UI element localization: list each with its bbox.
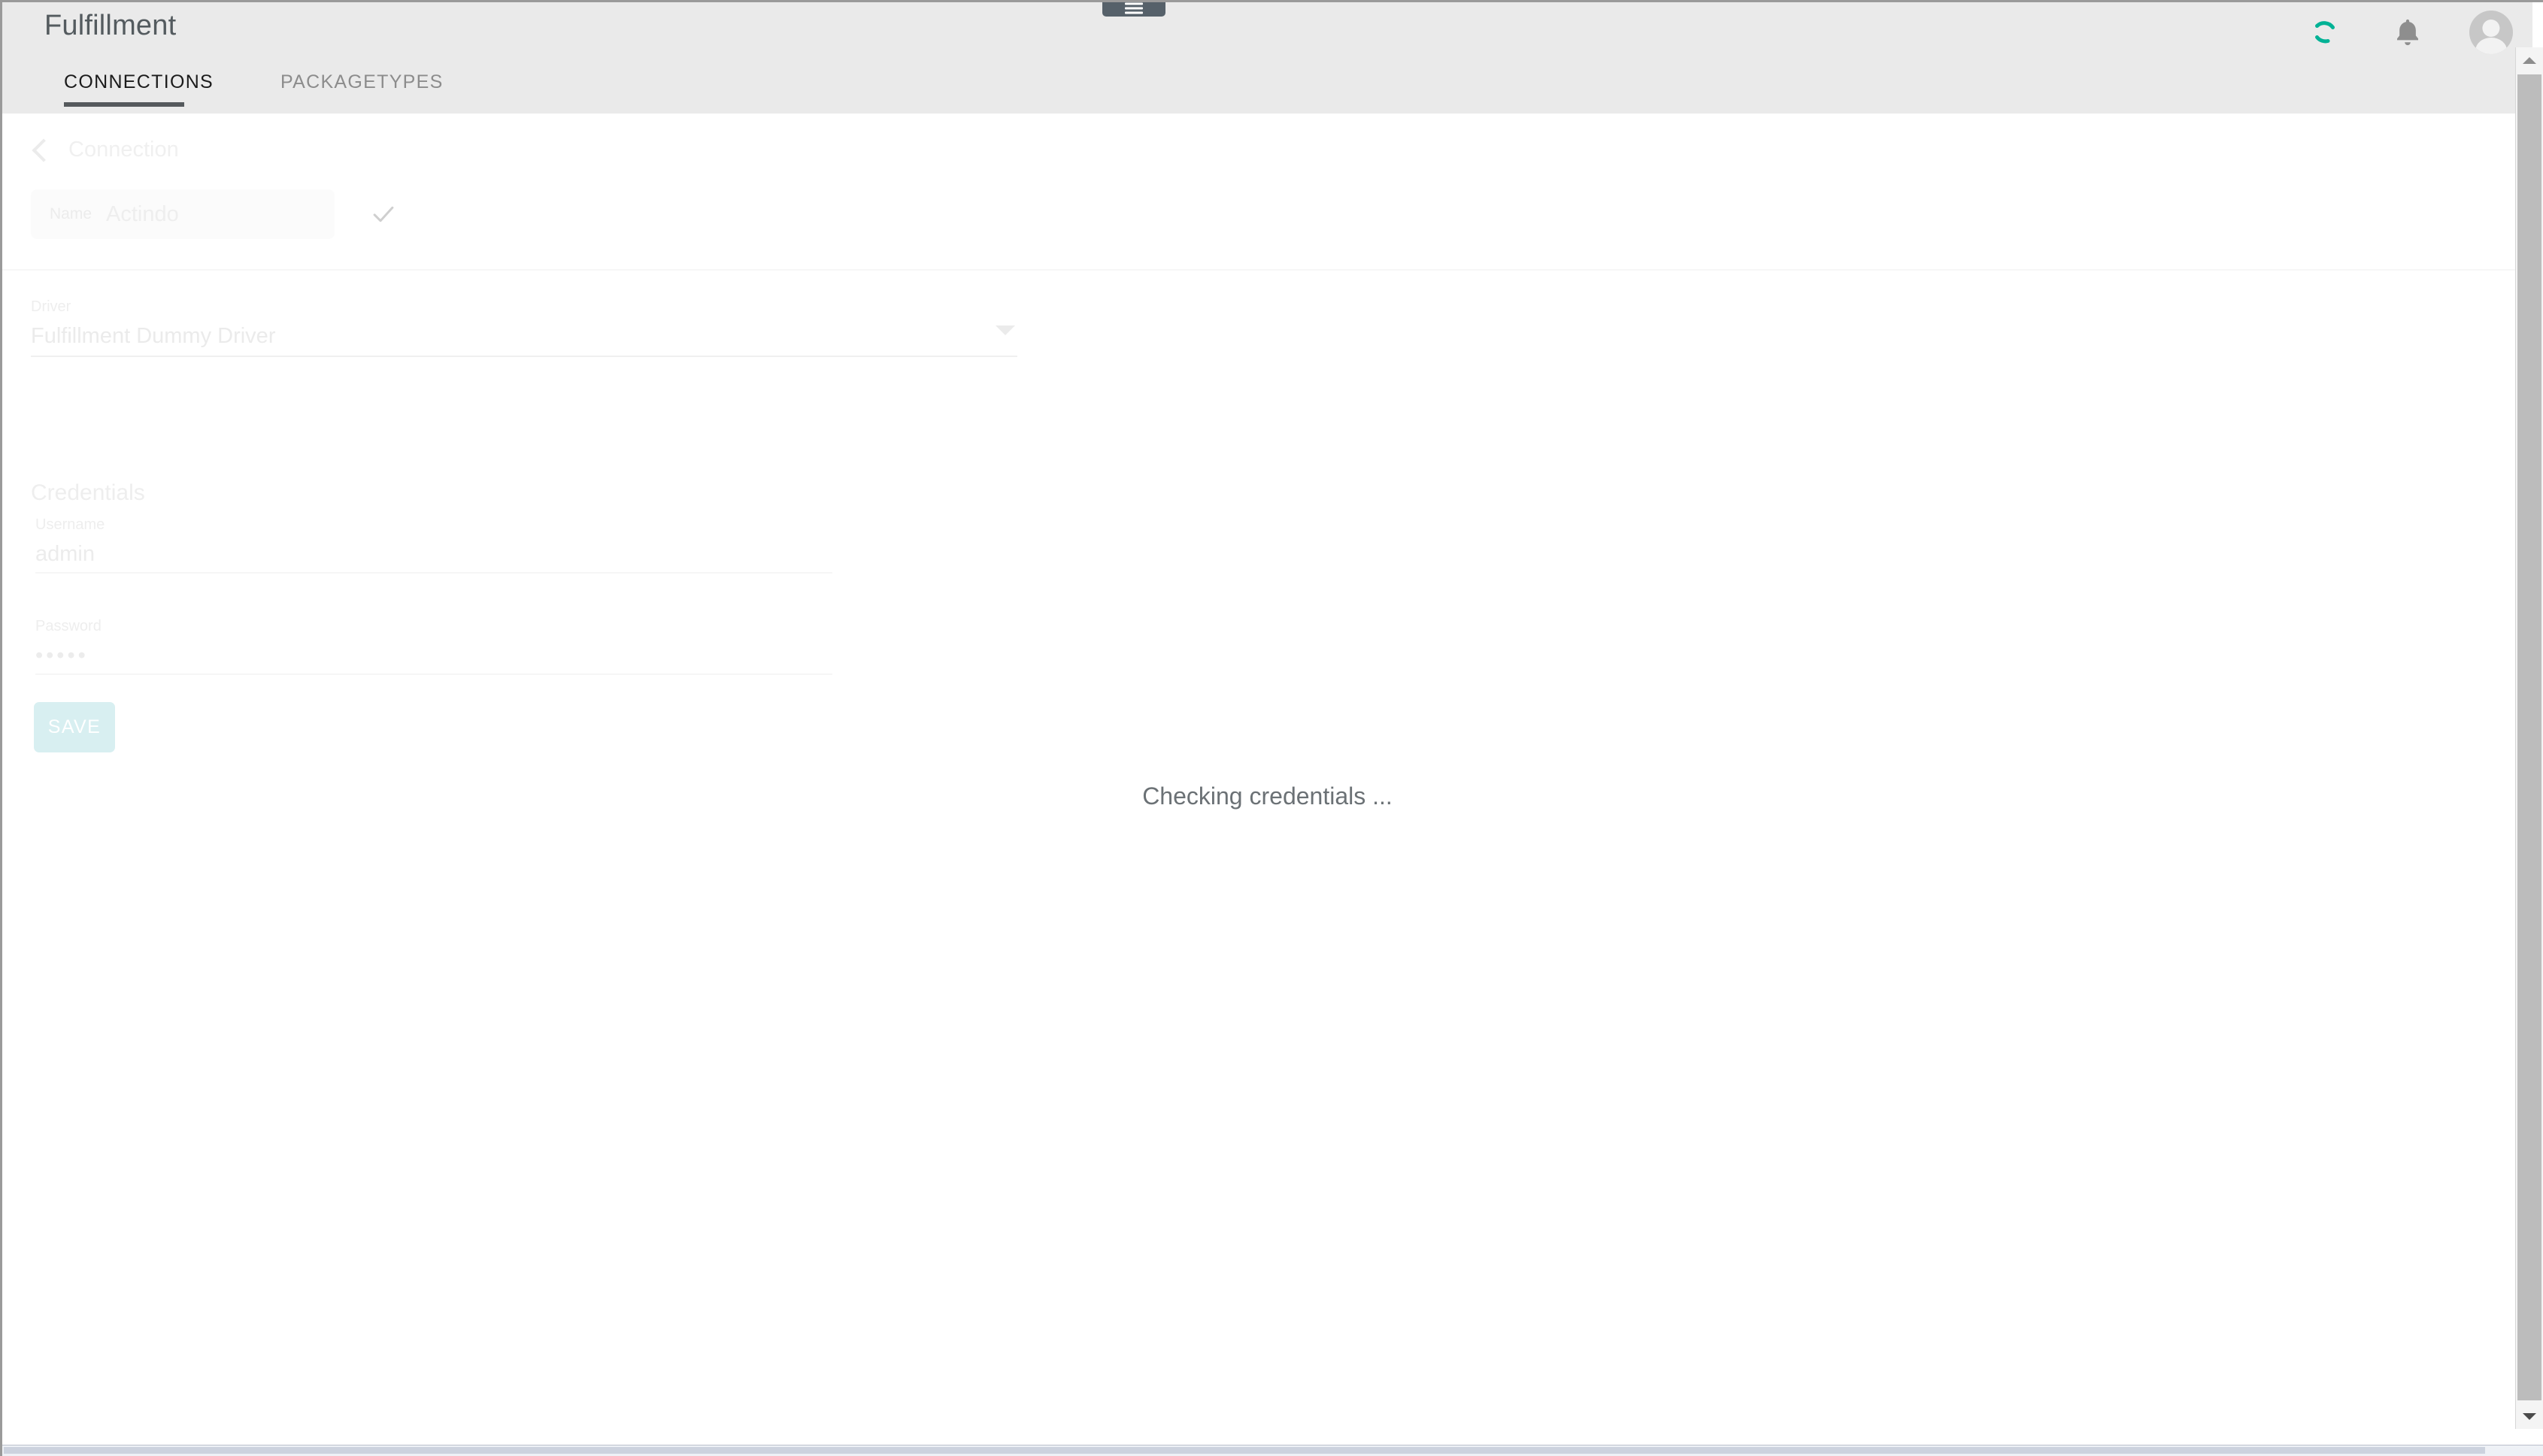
save-button[interactable]: SAVE: [34, 702, 115, 752]
application-window: Fulfillment CONNECTIONS PACKAGETYPES Con…: [0, 0, 2543, 1456]
connection-detail-form: Connection Name Actindo Driver Fulfillme…: [2, 114, 2532, 1456]
breadcrumb-label: Connection: [68, 138, 179, 162]
chevron-down-icon[interactable]: [996, 325, 1015, 335]
connection-name-label: Name: [50, 205, 92, 222]
driver-select-group[interactable]: Driver Fulfillment Dummy Driver: [31, 298, 1017, 357]
username-value: admin: [35, 542, 95, 566]
connection-name-value: Actindo: [106, 201, 179, 226]
horizontal-scrollbar-thumb[interactable]: [4, 1447, 2485, 1454]
username-label: Username: [35, 516, 105, 533]
horizontal-scrollbar[interactable]: [2, 1445, 2543, 1456]
password-field[interactable]: Password •••••: [35, 618, 832, 675]
password-label: Password: [35, 618, 102, 634]
vertical-scrollbar[interactable]: [2515, 47, 2543, 1429]
section-divider: [2, 269, 2532, 271]
header-icon-cluster: [2304, 2, 2513, 62]
username-field[interactable]: Username admin: [35, 516, 832, 574]
tab-packagetypes[interactable]: PACKAGETYPES: [280, 62, 444, 114]
vertical-scrollbar-thumb[interactable]: [2517, 74, 2541, 1400]
avatar-body-shape: [2475, 37, 2507, 54]
driver-label: Driver: [31, 298, 71, 315]
tab-packagetypes-label: PACKAGETYPES: [280, 71, 444, 92]
driver-underline: [31, 356, 1017, 357]
bell-icon[interactable]: [2387, 11, 2429, 53]
chevron-left-icon: [32, 138, 56, 162]
page-title: Fulfillment: [44, 10, 177, 41]
hamburger-bars: [1125, 2, 1143, 17]
scroll-down-button[interactable]: [2516, 1403, 2543, 1429]
tab-bar: CONNECTIONS PACKAGETYPES: [2, 62, 2532, 114]
active-tab-indicator: [64, 102, 184, 107]
connection-name-row: Name Actindo: [31, 189, 398, 239]
password-value: •••••: [35, 643, 89, 667]
driver-value: Fulfillment Dummy Driver: [31, 324, 276, 348]
tab-connections-label: CONNECTIONS: [64, 71, 214, 92]
loading-spinner-icon: [2304, 11, 2346, 53]
connection-name-input[interactable]: Name Actindo: [31, 189, 335, 239]
breadcrumb-back-connection[interactable]: Connection: [31, 138, 179, 162]
app-header-bar: Fulfillment: [2, 2, 2532, 62]
credentials-section-title: Credentials: [31, 480, 145, 505]
checkmark-icon[interactable]: [369, 200, 398, 229]
username-underline: [35, 572, 832, 574]
password-underline: [35, 674, 832, 675]
user-avatar-icon[interactable]: [2469, 11, 2513, 54]
triangle-up-icon: [2523, 56, 2536, 64]
avatar-head-shape: [2482, 19, 2500, 37]
scroll-up-button[interactable]: [2516, 47, 2543, 73]
hamburger-menu-icon[interactable]: [1102, 2, 1165, 17]
triangle-down-icon: [2523, 1412, 2536, 1420]
